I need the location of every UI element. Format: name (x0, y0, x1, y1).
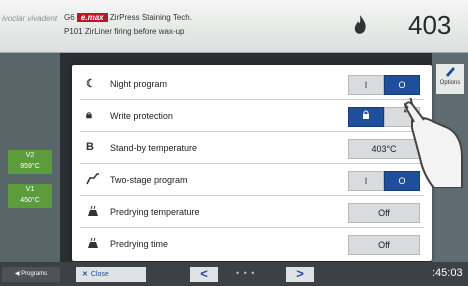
program-name: ZirPress Staining Tech. (109, 13, 192, 22)
row-write-protection: 🔒︎ Write protection (80, 101, 424, 132)
v2-badge[interactable]: V2 959°C (8, 150, 52, 174)
night-on-button[interactable]: I (348, 75, 384, 95)
write-protect-on-button[interactable] (348, 107, 384, 127)
row-predrying-time: Predrying time Off (80, 229, 424, 259)
program-subtitle: P101 ZirLiner firing before wax-up (64, 27, 185, 36)
row-label: Stand-by temperature (110, 143, 198, 153)
brand-badge: e.max (76, 13, 108, 22)
row-standby-temperature: B Stand-by temperature 403°C (80, 133, 424, 164)
pencil-icon (446, 67, 455, 77)
programs-button[interactable]: ◀ Programs (2, 267, 60, 282)
row-label: Write protection (110, 111, 173, 121)
row-label: Two-stage program (110, 175, 188, 185)
settings-panel: ☾ Night program I O 🔒︎ Write protection … (72, 65, 432, 261)
options-button[interactable]: Options (436, 64, 464, 94)
v1-value: 450°C (20, 197, 40, 204)
lock-icon (363, 110, 369, 119)
v2-value: 959°C (20, 163, 40, 170)
row-label: Night program (110, 79, 168, 89)
row-predrying-temperature: Predrying temperature Off (80, 197, 424, 228)
flame-icon (350, 13, 370, 37)
program-title: G6 e.max ZirPress Staining Tech. (64, 13, 192, 22)
row-label: Predrying temperature (110, 207, 200, 217)
ivoclar-logo: ivoclar vivadent (2, 14, 58, 23)
close-button[interactable]: ✕ Close (76, 267, 146, 282)
row-two-stage-program: Two-stage program I O (80, 165, 424, 196)
v2-label: V2 (25, 152, 35, 159)
lock-icon: 🔒︎ (86, 109, 92, 121)
row-night-program: ☾ Night program I O (80, 69, 424, 100)
two-stage-icon (86, 173, 100, 187)
letter-b-icon: B (86, 141, 94, 153)
close-label: Close (90, 271, 109, 278)
programs-label: Programs (21, 271, 48, 277)
next-page-button[interactable]: > (286, 267, 314, 282)
moon-icon: ☾ (86, 78, 96, 90)
header-bar: ivoclar vivadent G6 e.max ZirPress Stain… (0, 0, 468, 53)
bottom-bar: ◀ Programs ✕ Close < • • • > :45:03 (0, 262, 468, 286)
prev-page-button[interactable]: < (190, 267, 218, 282)
v1-label: V1 (25, 186, 35, 193)
page-indicator: • • • (236, 268, 256, 278)
pointing-hand-icon (397, 95, 468, 189)
predrying-temperature-value[interactable]: Off (348, 203, 420, 223)
current-temperature: 403 (408, 10, 452, 40)
close-icon: ✕ (82, 271, 88, 278)
options-label: Options (439, 80, 461, 86)
two-stage-on-button[interactable]: I (348, 171, 384, 191)
predrying-icon (86, 205, 100, 219)
program-code: G6 (64, 13, 75, 22)
predrying-time-value[interactable]: Off (348, 235, 420, 255)
clock: :45:03 (432, 267, 463, 279)
row-label: Predrying time (110, 239, 169, 249)
v1-badge[interactable]: V1 450°C (8, 184, 52, 208)
night-off-button[interactable]: O (384, 75, 420, 95)
predrying-time-icon (86, 237, 100, 251)
